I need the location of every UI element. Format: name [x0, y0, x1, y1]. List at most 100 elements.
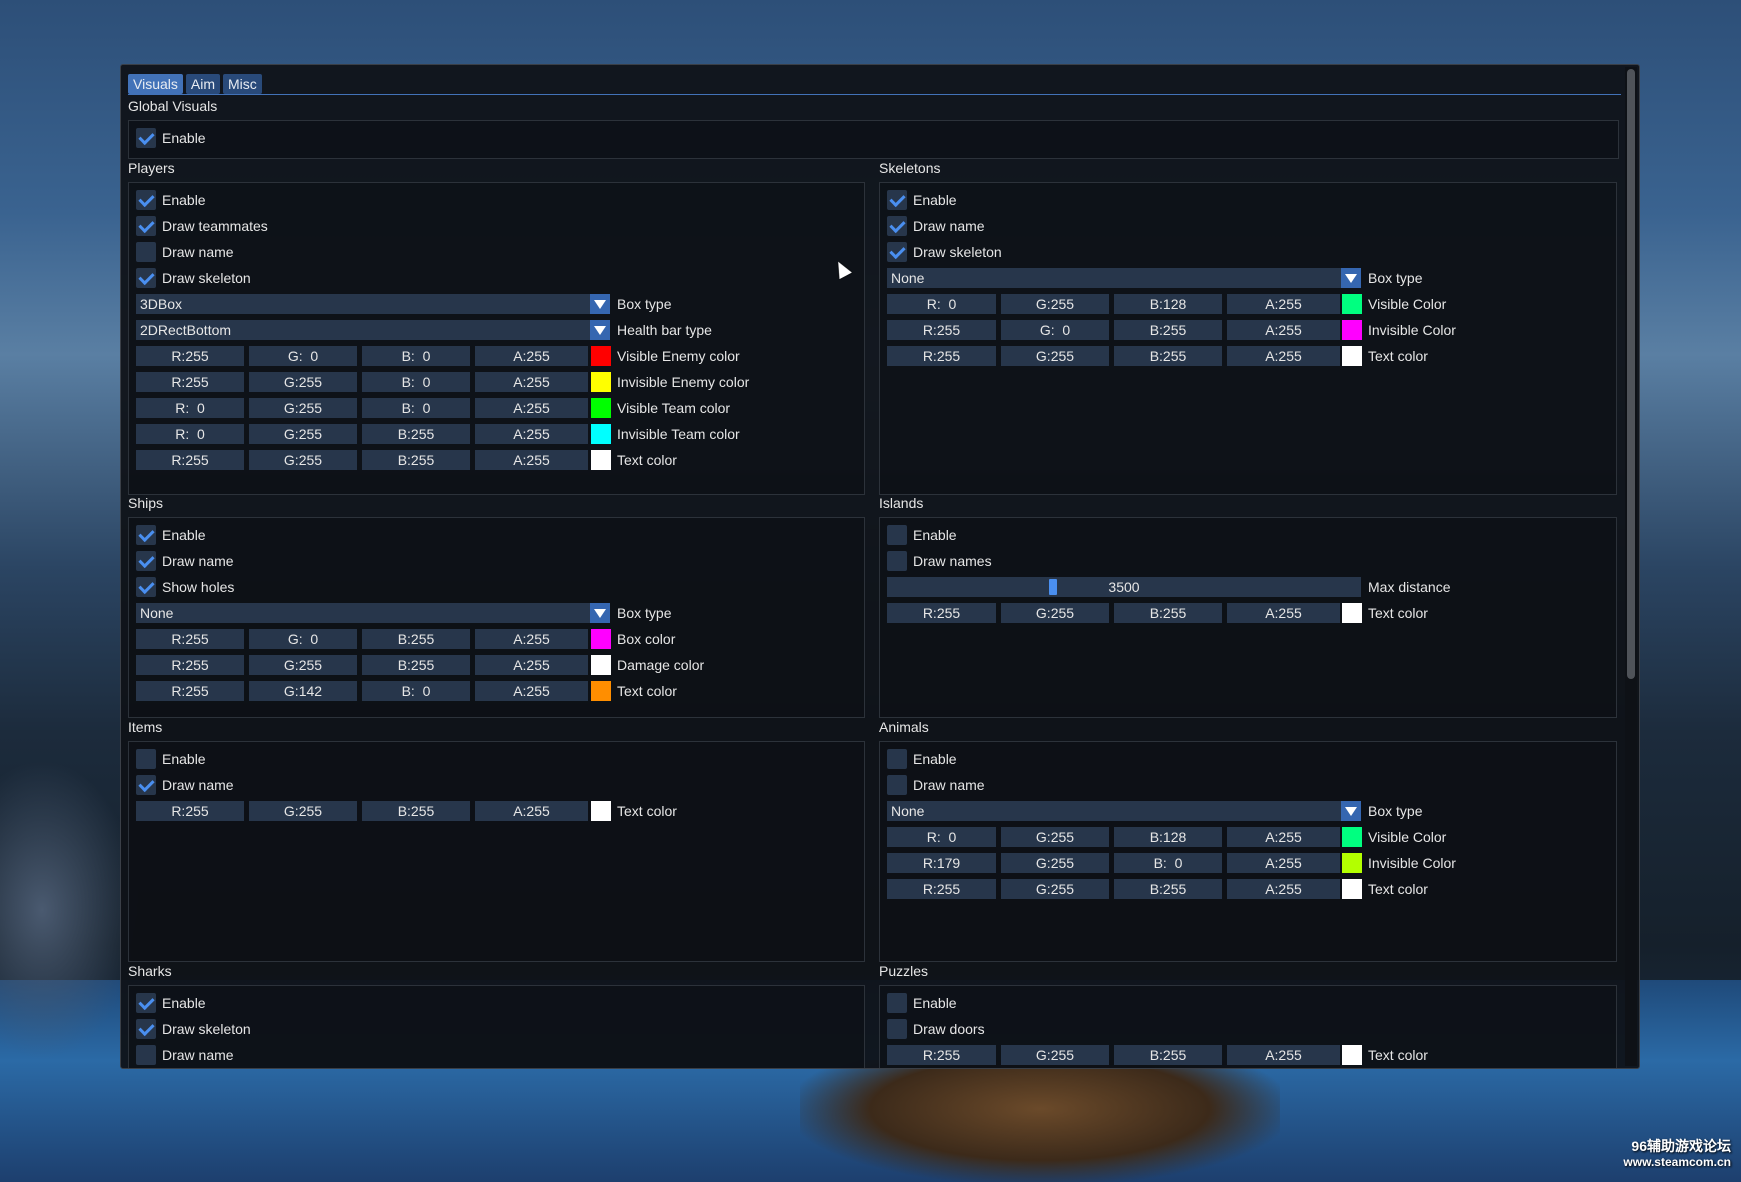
- puzzles-checkbox-row-enable[interactable]: Enable: [887, 993, 957, 1013]
- skeletons-visible-color-swatch[interactable]: [1342, 294, 1362, 314]
- skeletons-visible-color-a-input[interactable]: A:255: [1227, 294, 1340, 314]
- sharks-checkbox-row-draw-skeleton[interactable]: Draw skeleton: [136, 1019, 251, 1039]
- animals-visible-color-r-input[interactable]: R: 0: [887, 827, 996, 847]
- players-text-color-a-input[interactable]: A:255: [475, 450, 588, 470]
- ships-text-color-r-input[interactable]: R:255: [136, 681, 244, 701]
- players-visible-enemy-color-g-input[interactable]: G: 0: [249, 346, 357, 366]
- tab-misc[interactable]: Misc: [223, 74, 262, 94]
- islands-text-color-swatch[interactable]: [1342, 603, 1362, 623]
- skeletons-box-type-combo[interactable]: None: [887, 268, 1361, 288]
- ships-text-color-a-input[interactable]: A:255: [475, 681, 588, 701]
- items-text-color-swatch[interactable]: [591, 801, 611, 821]
- animals-visible-color-swatch[interactable]: [1342, 827, 1362, 847]
- players-draw-teammates-checkbox[interactable]: [136, 216, 156, 236]
- animals-invisible-color-a-input[interactable]: A:255: [1227, 853, 1340, 873]
- skeletons-draw-skeleton-checkbox[interactable]: [887, 242, 907, 262]
- skeletons-text-color-b-input[interactable]: B:255: [1114, 346, 1222, 366]
- players-checkbox-row-draw-name[interactable]: Draw name: [136, 242, 234, 262]
- players-visible-enemy-color-r-input[interactable]: R:255: [136, 346, 244, 366]
- animals-checkbox-row-enable[interactable]: Enable: [887, 749, 957, 769]
- players-box-type-combo[interactable]: 3DBox: [136, 294, 610, 314]
- items-checkbox-row-enable[interactable]: Enable: [136, 749, 206, 769]
- items-text-color-b-input[interactable]: B:255: [362, 801, 470, 821]
- players-invisible-enemy-color-b-input[interactable]: B: 0: [362, 372, 470, 392]
- players-visible-team-color-a-input[interactable]: A:255: [475, 398, 588, 418]
- ships-draw-name-checkbox[interactable]: [136, 551, 156, 571]
- puzzles-enable-checkbox[interactable]: [887, 993, 907, 1013]
- global-visuals-enable-checkbox[interactable]: [136, 128, 156, 148]
- ships-damage-color-r-input[interactable]: R:255: [136, 655, 244, 675]
- animals-text-color-b-input[interactable]: B:255: [1114, 879, 1222, 899]
- islands-enable-checkbox[interactable]: [887, 525, 907, 545]
- players-checkbox-row-draw-teammates[interactable]: Draw teammates: [136, 216, 268, 236]
- ships-box-color-b-input[interactable]: B:255: [362, 629, 470, 649]
- players-visible-team-color-r-input[interactable]: R: 0: [136, 398, 244, 418]
- players-health-bar-type-combo[interactable]: 2DRectBottom: [136, 320, 610, 340]
- animals-invisible-color-r-input[interactable]: R:179: [887, 853, 996, 873]
- items-checkbox-row-draw-name[interactable]: Draw name: [136, 775, 234, 795]
- players-visible-enemy-color-a-input[interactable]: A:255: [475, 346, 588, 366]
- skeletons-draw-name-checkbox[interactable]: [887, 216, 907, 236]
- animals-text-color-r-input[interactable]: R:255: [887, 879, 996, 899]
- skeletons-checkbox-row-enable[interactable]: Enable: [887, 190, 957, 210]
- players-visible-team-color-swatch[interactable]: [591, 398, 611, 418]
- animals-text-color-g-input[interactable]: G:255: [1001, 879, 1109, 899]
- tab-aim[interactable]: Aim: [185, 74, 221, 94]
- players-text-color-swatch[interactable]: [591, 450, 611, 470]
- items-text-color-a-input[interactable]: A:255: [475, 801, 588, 821]
- players-visible-team-color-b-input[interactable]: B: 0: [362, 398, 470, 418]
- sharks-checkbox-row-enable[interactable]: Enable: [136, 993, 206, 1013]
- items-text-color-g-input[interactable]: G:255: [249, 801, 357, 821]
- chevron-down-icon[interactable]: [1341, 268, 1361, 288]
- skeletons-text-color-r-input[interactable]: R:255: [887, 346, 996, 366]
- islands-text-color-a-input[interactable]: A:255: [1227, 603, 1340, 623]
- players-invisible-team-color-r-input[interactable]: R: 0: [136, 424, 244, 444]
- skeletons-visible-color-g-input[interactable]: G:255: [1001, 294, 1109, 314]
- players-enable-checkbox[interactable]: [136, 190, 156, 210]
- skeletons-visible-color-r-input[interactable]: R: 0: [887, 294, 996, 314]
- animals-invisible-color-g-input[interactable]: G:255: [1001, 853, 1109, 873]
- animals-visible-color-g-input[interactable]: G:255: [1001, 827, 1109, 847]
- players-visible-enemy-color-swatch[interactable]: [591, 346, 611, 366]
- ships-box-color-g-input[interactable]: G: 0: [249, 629, 357, 649]
- window-scrollbar[interactable]: [1625, 67, 1637, 1066]
- animals-text-color-swatch[interactable]: [1342, 879, 1362, 899]
- ships-damage-color-b-input[interactable]: B:255: [362, 655, 470, 675]
- ships-checkbox-row-enable[interactable]: Enable: [136, 525, 206, 545]
- skeletons-invisible-color-a-input[interactable]: A:255: [1227, 320, 1340, 340]
- players-text-color-b-input[interactable]: B:255: [362, 450, 470, 470]
- tab-visuals[interactable]: Visuals: [128, 74, 183, 94]
- ships-text-color-g-input[interactable]: G:142: [249, 681, 357, 701]
- players-invisible-enemy-color-g-input[interactable]: G:255: [249, 372, 357, 392]
- items-enable-checkbox[interactable]: [136, 749, 156, 769]
- skeletons-text-color-swatch[interactable]: [1342, 346, 1362, 366]
- ships-damage-color-a-input[interactable]: A:255: [475, 655, 588, 675]
- skeletons-invisible-color-g-input[interactable]: G: 0: [1001, 320, 1109, 340]
- skeletons-invisible-color-b-input[interactable]: B:255: [1114, 320, 1222, 340]
- players-invisible-team-color-b-input[interactable]: B:255: [362, 424, 470, 444]
- items-draw-name-checkbox[interactable]: [136, 775, 156, 795]
- puzzles-text-color-r-input[interactable]: R:255: [887, 1045, 996, 1065]
- islands-max-distance-slider[interactable]: 3500: [887, 577, 1361, 597]
- ships-text-color-swatch[interactable]: [591, 681, 611, 701]
- chevron-down-icon[interactable]: [590, 294, 610, 314]
- islands-checkbox-row-draw-names[interactable]: Draw names: [887, 551, 992, 571]
- islands-draw-names-checkbox[interactable]: [887, 551, 907, 571]
- ships-damage-color-g-input[interactable]: G:255: [249, 655, 357, 675]
- animals-visible-color-a-input[interactable]: A:255: [1227, 827, 1340, 847]
- puzzles-text-color-b-input[interactable]: B:255: [1114, 1045, 1222, 1065]
- animals-visible-color-b-input[interactable]: B:128: [1114, 827, 1222, 847]
- ships-box-color-a-input[interactable]: A:255: [475, 629, 588, 649]
- players-invisible-enemy-color-swatch[interactable]: [591, 372, 611, 392]
- sharks-checkbox-row-draw-name[interactable]: Draw name: [136, 1045, 234, 1065]
- players-invisible-enemy-color-r-input[interactable]: R:255: [136, 372, 244, 392]
- chevron-down-icon[interactable]: [590, 320, 610, 340]
- islands-text-color-r-input[interactable]: R:255: [887, 603, 996, 623]
- skeletons-text-color-a-input[interactable]: A:255: [1227, 346, 1340, 366]
- animals-draw-name-checkbox[interactable]: [887, 775, 907, 795]
- animals-invisible-color-b-input[interactable]: B: 0: [1114, 853, 1222, 873]
- ships-show-holes-checkbox[interactable]: [136, 577, 156, 597]
- ships-box-color-swatch[interactable]: [591, 629, 611, 649]
- sharks-enable-checkbox[interactable]: [136, 993, 156, 1013]
- animals-invisible-color-swatch[interactable]: [1342, 853, 1362, 873]
